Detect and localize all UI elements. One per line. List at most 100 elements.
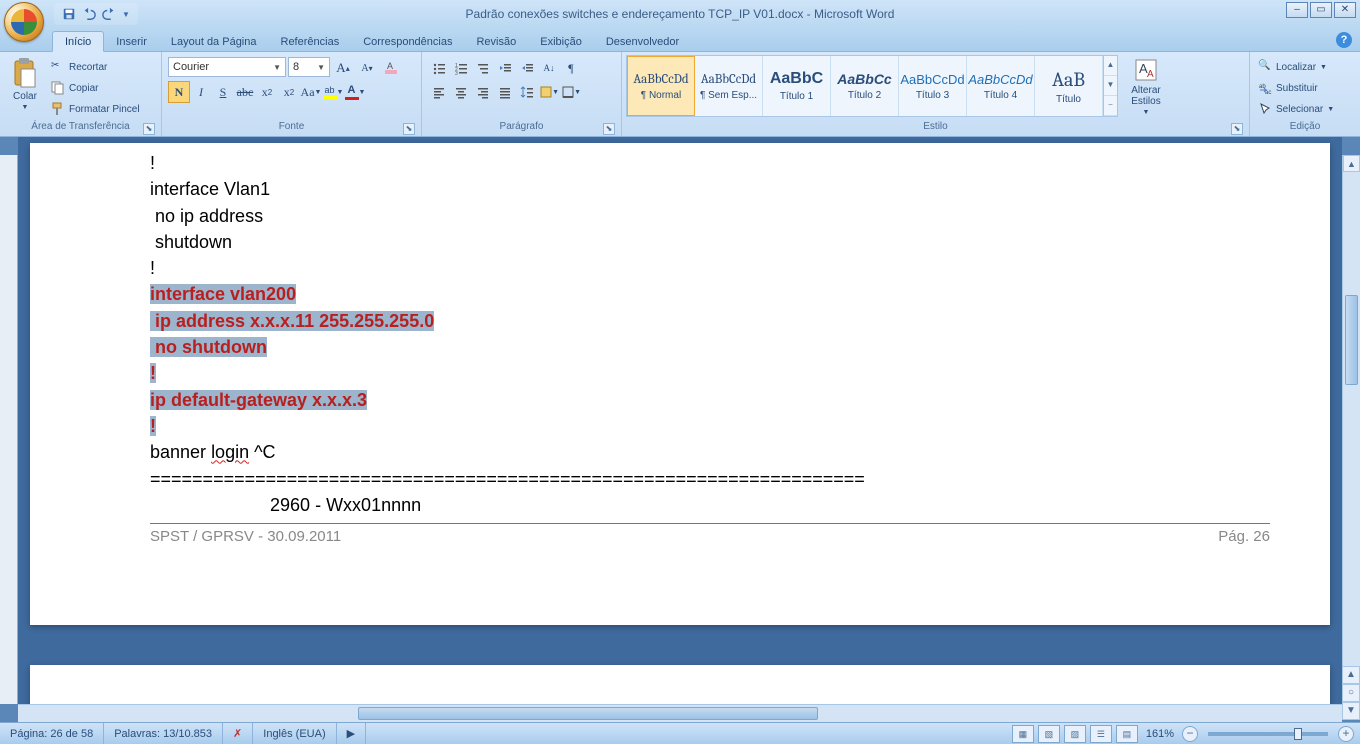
find-button[interactable]: 🔍Localizar▼: [1258, 57, 1334, 77]
multilevel-button[interactable]: [472, 57, 494, 79]
shrink-font-button[interactable]: A▾: [356, 57, 378, 79]
style-item-5[interactable]: AaBbCcDdTítulo 4: [967, 56, 1035, 116]
gallery-more-button[interactable]: ⎯: [1104, 96, 1117, 116]
page-27[interactable]: Informação CONFIDENCIAL: [30, 665, 1330, 704]
style-item-0[interactable]: AaBbCcDd¶ Normal: [627, 56, 695, 116]
line-spacing-button[interactable]: [516, 81, 538, 103]
minimize-button[interactable]: –: [1286, 2, 1308, 18]
horizontal-scrollbar[interactable]: [18, 704, 1342, 722]
paragraph-launcher[interactable]: ⬊: [603, 123, 615, 135]
italic-button[interactable]: I: [190, 81, 212, 103]
style-item-6[interactable]: AaBTítulo: [1035, 56, 1103, 116]
change-styles-button[interactable]: AA Alterar Estilos▼: [1122, 55, 1170, 116]
record-macro-icon: ▶: [347, 727, 355, 740]
tab-inserir[interactable]: Inserir: [104, 32, 159, 51]
view-draft-button[interactable]: ▤: [1116, 725, 1138, 743]
superscript-button[interactable]: x2: [278, 81, 300, 103]
show-marks-button[interactable]: ¶: [560, 57, 582, 79]
subscript-button[interactable]: x2: [256, 81, 278, 103]
tab-correspondencias[interactable]: Correspondências: [351, 32, 464, 51]
style-item-4[interactable]: AaBbCcDdTítulo 3: [899, 56, 967, 116]
justify-button[interactable]: [494, 81, 516, 103]
borders-button[interactable]: ▼: [560, 81, 582, 103]
status-page[interactable]: Página: 26 de 58: [0, 723, 104, 744]
zoom-level[interactable]: 161%: [1146, 728, 1174, 740]
tab-referencias[interactable]: Referências: [269, 32, 352, 51]
office-button[interactable]: [4, 2, 48, 46]
tab-revisao[interactable]: Revisão: [464, 32, 528, 51]
browse-object-button[interactable]: ○: [1342, 684, 1360, 702]
zoom-in-button[interactable]: +: [1338, 726, 1354, 742]
document-content[interactable]: ! interface Vlan1 no ip address shutdown…: [150, 151, 1270, 519]
change-case-button[interactable]: Aa▼: [300, 81, 322, 103]
qat-dropdown-icon[interactable]: ▼: [122, 10, 130, 19]
undo-icon[interactable]: [82, 7, 96, 21]
window-title: Padrão conexões switches e endereçamento…: [466, 7, 895, 21]
status-macro[interactable]: ▶: [337, 723, 366, 744]
status-proof[interactable]: ✗: [223, 723, 253, 744]
sort-button[interactable]: A↓: [538, 57, 560, 79]
numbering-button[interactable]: 123: [450, 57, 472, 79]
scroll-up-button[interactable]: ▲: [1343, 155, 1360, 172]
vertical-scrollbar[interactable]: ▲ ▼: [1342, 155, 1360, 704]
scroll-thumb[interactable]: [1345, 295, 1358, 385]
style-item-2[interactable]: AaBbCTítulo 1: [763, 56, 831, 116]
tab-exibicao[interactable]: Exibição: [528, 32, 594, 51]
replace-button[interactable]: abacSubstituir: [1258, 78, 1334, 98]
gallery-up-button[interactable]: ▲: [1104, 56, 1117, 76]
shading-button[interactable]: ▼: [538, 81, 560, 103]
increase-indent-button[interactable]: [516, 57, 538, 79]
status-words[interactable]: Palavras: 13/10.853: [104, 723, 223, 744]
group-font: Courier▼ 8▼ A▴ A▾ A N I S abc x2 x2 Aa▼ …: [162, 52, 422, 136]
replace-icon: abac: [1258, 81, 1272, 95]
next-page-button[interactable]: ▼: [1342, 702, 1360, 720]
title-bar: ▼ Padrão conexões switches e endereçamen…: [0, 0, 1360, 28]
view-full-screen-button[interactable]: ▧: [1038, 725, 1060, 743]
cut-button[interactable]: ✂Recortar: [48, 57, 143, 77]
paste-button[interactable]: Colar ▼: [4, 55, 46, 111]
font-name-combo[interactable]: Courier▼: [168, 57, 286, 77]
highlight-button[interactable]: ab▼: [322, 81, 344, 103]
decrease-indent-button[interactable]: [494, 57, 516, 79]
align-right-button[interactable]: [472, 81, 494, 103]
zoom-out-button[interactable]: −: [1182, 726, 1198, 742]
redo-icon[interactable]: [102, 7, 116, 21]
grow-font-button[interactable]: A▴: [332, 57, 354, 79]
tab-inicio[interactable]: Início: [52, 31, 104, 52]
gallery-down-button[interactable]: ▼: [1104, 76, 1117, 96]
clear-format-button[interactable]: A: [380, 57, 402, 79]
tab-layout[interactable]: Layout da Página: [159, 32, 269, 51]
vertical-ruler[interactable]: [0, 155, 18, 704]
clipboard-launcher[interactable]: ⬊: [143, 123, 155, 135]
font-color-button[interactable]: A▼: [344, 81, 366, 103]
style-item-1[interactable]: AaBbCcDd¶ Sem Esp...: [695, 56, 763, 116]
save-icon[interactable]: [62, 7, 76, 21]
align-center-button[interactable]: [450, 81, 472, 103]
tab-desenvolvedor[interactable]: Desenvolvedor: [594, 32, 691, 51]
view-print-layout-button[interactable]: ▦: [1012, 725, 1034, 743]
format-painter-button[interactable]: Formatar Pincel: [48, 99, 143, 119]
font-size-combo[interactable]: 8▼: [288, 57, 330, 77]
svg-text:A: A: [387, 61, 393, 71]
view-web-button[interactable]: ▨: [1064, 725, 1086, 743]
close-button[interactable]: ✕: [1334, 2, 1356, 18]
hscroll-thumb[interactable]: [358, 707, 818, 720]
bold-button[interactable]: N: [168, 81, 190, 103]
bullets-button[interactable]: [428, 57, 450, 79]
page-26[interactable]: ! interface Vlan1 no ip address shutdown…: [30, 143, 1330, 625]
status-language[interactable]: Inglês (EUA): [253, 723, 336, 744]
style-item-3[interactable]: AaBbCcTítulo 2: [831, 56, 899, 116]
strike-button[interactable]: abc: [234, 81, 256, 103]
restore-button[interactable]: ▭: [1310, 2, 1332, 18]
help-icon[interactable]: ?: [1336, 32, 1352, 48]
underline-button[interactable]: S: [212, 81, 234, 103]
copy-button[interactable]: Copiar: [48, 78, 143, 98]
font-launcher[interactable]: ⬊: [403, 123, 415, 135]
group-editing: 🔍Localizar▼ abacSubstituir Selecionar▼ E…: [1250, 52, 1360, 136]
prev-page-button[interactable]: ▲: [1342, 666, 1360, 684]
select-button[interactable]: Selecionar▼: [1258, 99, 1334, 119]
styles-launcher[interactable]: ⬊: [1231, 123, 1243, 135]
zoom-slider[interactable]: [1208, 732, 1328, 736]
align-left-button[interactable]: [428, 81, 450, 103]
view-outline-button[interactable]: ☰: [1090, 725, 1112, 743]
